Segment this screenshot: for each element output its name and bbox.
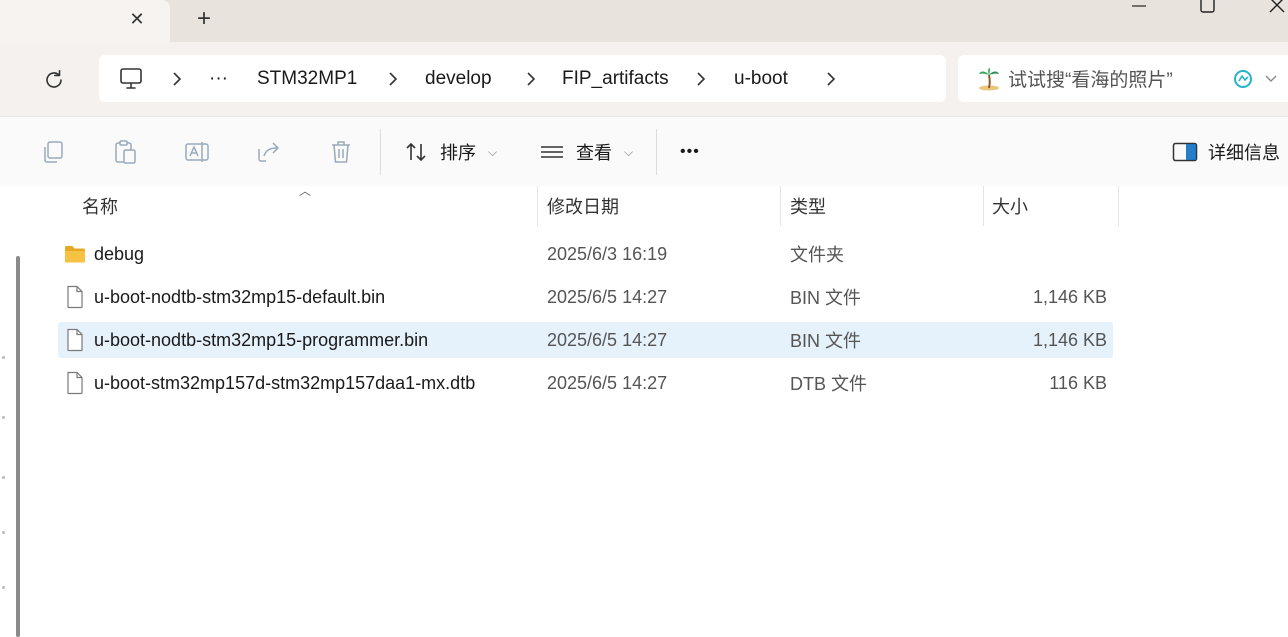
toolbar-divider: [656, 129, 657, 175]
chevron-right-icon: [527, 72, 536, 86]
file-name: u-boot-nodtb-stm32mp15-default.bin: [94, 286, 386, 307]
file-type: DTB 文件: [790, 374, 868, 394]
column-header-size[interactable]: 大小: [992, 186, 1028, 226]
refresh-button[interactable]: [38, 64, 70, 96]
sort-button[interactable]: 排序 ⌵: [404, 131, 497, 173]
view-label: 查看: [576, 143, 612, 163]
nav-pane-marker: [2, 416, 5, 419]
sort-ascending-icon: ︿: [299, 184, 312, 198]
nav-pane-scrollbar[interactable]: [16, 256, 20, 637]
file-row[interactable]: u-boot-stm32mp157d-stm32mp157daa1-mx.dtb…: [58, 365, 1113, 401]
file-name: debug: [94, 243, 145, 264]
file-modified: 2025/6/5 14:27: [547, 329, 668, 350]
this-pc-button[interactable]: [119, 67, 145, 91]
column-header-modified[interactable]: 修改日期: [547, 186, 619, 226]
sort-label: 排序: [440, 143, 476, 163]
file-modified: 2025/6/5 14:27: [547, 286, 668, 307]
minimize-button[interactable]: [1128, 0, 1148, 12]
file-icon: [67, 285, 83, 309]
nav-pane-marker: [2, 531, 5, 534]
search-assistant-icon: [1234, 70, 1252, 88]
view-list-icon: [541, 146, 563, 158]
column-divider[interactable]: [983, 186, 984, 226]
navigation-pane[interactable]: [0, 186, 35, 637]
file-modified: 2025/6/3 16:19: [547, 243, 668, 264]
column-divider[interactable]: [1118, 186, 1119, 226]
close-icon: [1269, 0, 1285, 13]
file-size: 1,146 KB: [1032, 329, 1107, 350]
more-icon: •••: [680, 143, 700, 160]
file-row-selected[interactable]: u-boot-nodtb-stm32mp15-programmer.bin 20…: [58, 322, 1113, 358]
chevron-down-icon[interactable]: [1264, 71, 1278, 85]
sort-icon: [406, 142, 426, 162]
breadcrumb-item-fip-artifacts[interactable]: FIP_artifacts: [562, 55, 669, 102]
command-bar: 排序 ⌵ 查看 ⌵ ••• 详细信息: [0, 116, 1288, 188]
paste-icon[interactable]: [112, 139, 138, 165]
file-row[interactable]: u-boot-nodtb-stm32mp15-default.bin 2025/…: [58, 279, 1113, 315]
plus-icon: +: [196, 5, 211, 32]
chevron-right-icon: [173, 72, 182, 86]
column-header-name[interactable]: 名称: [82, 186, 118, 226]
file-size: 116 KB: [1049, 372, 1107, 393]
computer-icon: [120, 68, 142, 89]
breadcrumb-item-stm32mp1[interactable]: STM32MP1: [257, 55, 357, 102]
details-pane-icon: [1172, 142, 1198, 162]
refresh-icon: [46, 70, 62, 88]
file-type: BIN 文件: [790, 288, 862, 308]
close-icon: ✕: [129, 8, 145, 29]
palm-tree-icon: [976, 67, 1002, 91]
nav-pane-marker: [2, 356, 5, 359]
address-bar[interactable]: ··· STM32MP1 develop FIP_artifacts u-boo…: [99, 55, 946, 102]
details-pane-button[interactable]: 详细信息: [1172, 131, 1280, 173]
file-name: u-boot-nodtb-stm32mp15-programmer.bin: [94, 329, 429, 350]
file-name: u-boot-stm32mp157d-stm32mp157daa1-mx.dtb: [94, 372, 476, 393]
file-row[interactable]: debug 2025/6/3 16:19 文件夹: [58, 236, 1113, 272]
view-button[interactable]: 查看 ⌵: [538, 131, 633, 173]
nav-pane-marker: [2, 586, 5, 589]
search-placeholder: 试试搜“看海的照片”: [1008, 70, 1173, 91]
folder-icon: [65, 246, 85, 263]
toolbar-divider: [380, 129, 381, 175]
breadcrumb-item-develop[interactable]: develop: [425, 55, 492, 102]
file-size: 1,146 KB: [1032, 286, 1107, 307]
delete-icon[interactable]: [328, 139, 354, 165]
more-options-button[interactable]: •••: [680, 131, 700, 173]
file-icon: [67, 328, 83, 352]
file-list: ︿ 名称 修改日期 类型 大小 debug 2025/6/3 16:19 文件夹…: [34, 184, 1288, 637]
minimize-icon: [1132, 5, 1146, 7]
file-type: 文件夹: [790, 245, 844, 265]
copilot-search-button[interactable]: [1232, 68, 1254, 90]
breadcrumb-item-u-boot[interactable]: u-boot: [734, 55, 788, 102]
column-divider[interactable]: [537, 186, 538, 226]
chevron-right-icon: [389, 72, 398, 86]
share-icon[interactable]: [256, 139, 282, 165]
chevron-down-icon: ⌵: [624, 144, 634, 159]
column-divider[interactable]: [780, 186, 781, 226]
copy-icon[interactable]: [40, 139, 66, 165]
chevron-right-icon: [697, 72, 706, 86]
active-tab[interactable]: ✕: [0, 0, 170, 42]
chevron-down-icon: ⌵: [488, 144, 498, 159]
close-tab-button[interactable]: ✕: [124, 6, 150, 32]
chevron-right-icon: [827, 72, 836, 86]
column-header-type[interactable]: 类型: [790, 186, 826, 226]
file-modified: 2025/6/5 14:27: [547, 372, 668, 393]
nav-pane-marker: [2, 476, 5, 479]
window-close-button[interactable]: [1266, 0, 1288, 16]
file-type: BIN 文件: [790, 331, 862, 351]
title-bar: ✕ +: [0, 0, 1288, 42]
new-tab-button[interactable]: +: [190, 5, 218, 32]
rename-icon[interactable]: [184, 139, 210, 165]
breadcrumb-overflow[interactable]: ···: [209, 55, 228, 102]
file-icon: [67, 371, 83, 395]
maximize-icon: [1200, 0, 1215, 13]
search-input[interactable]: 试试搜“看海的照片”: [958, 55, 1288, 102]
navigation-bar: ··· STM32MP1 develop FIP_artifacts u-boo…: [0, 42, 1288, 116]
maximize-button[interactable]: [1196, 0, 1220, 16]
details-label: 详细信息: [1208, 143, 1280, 163]
